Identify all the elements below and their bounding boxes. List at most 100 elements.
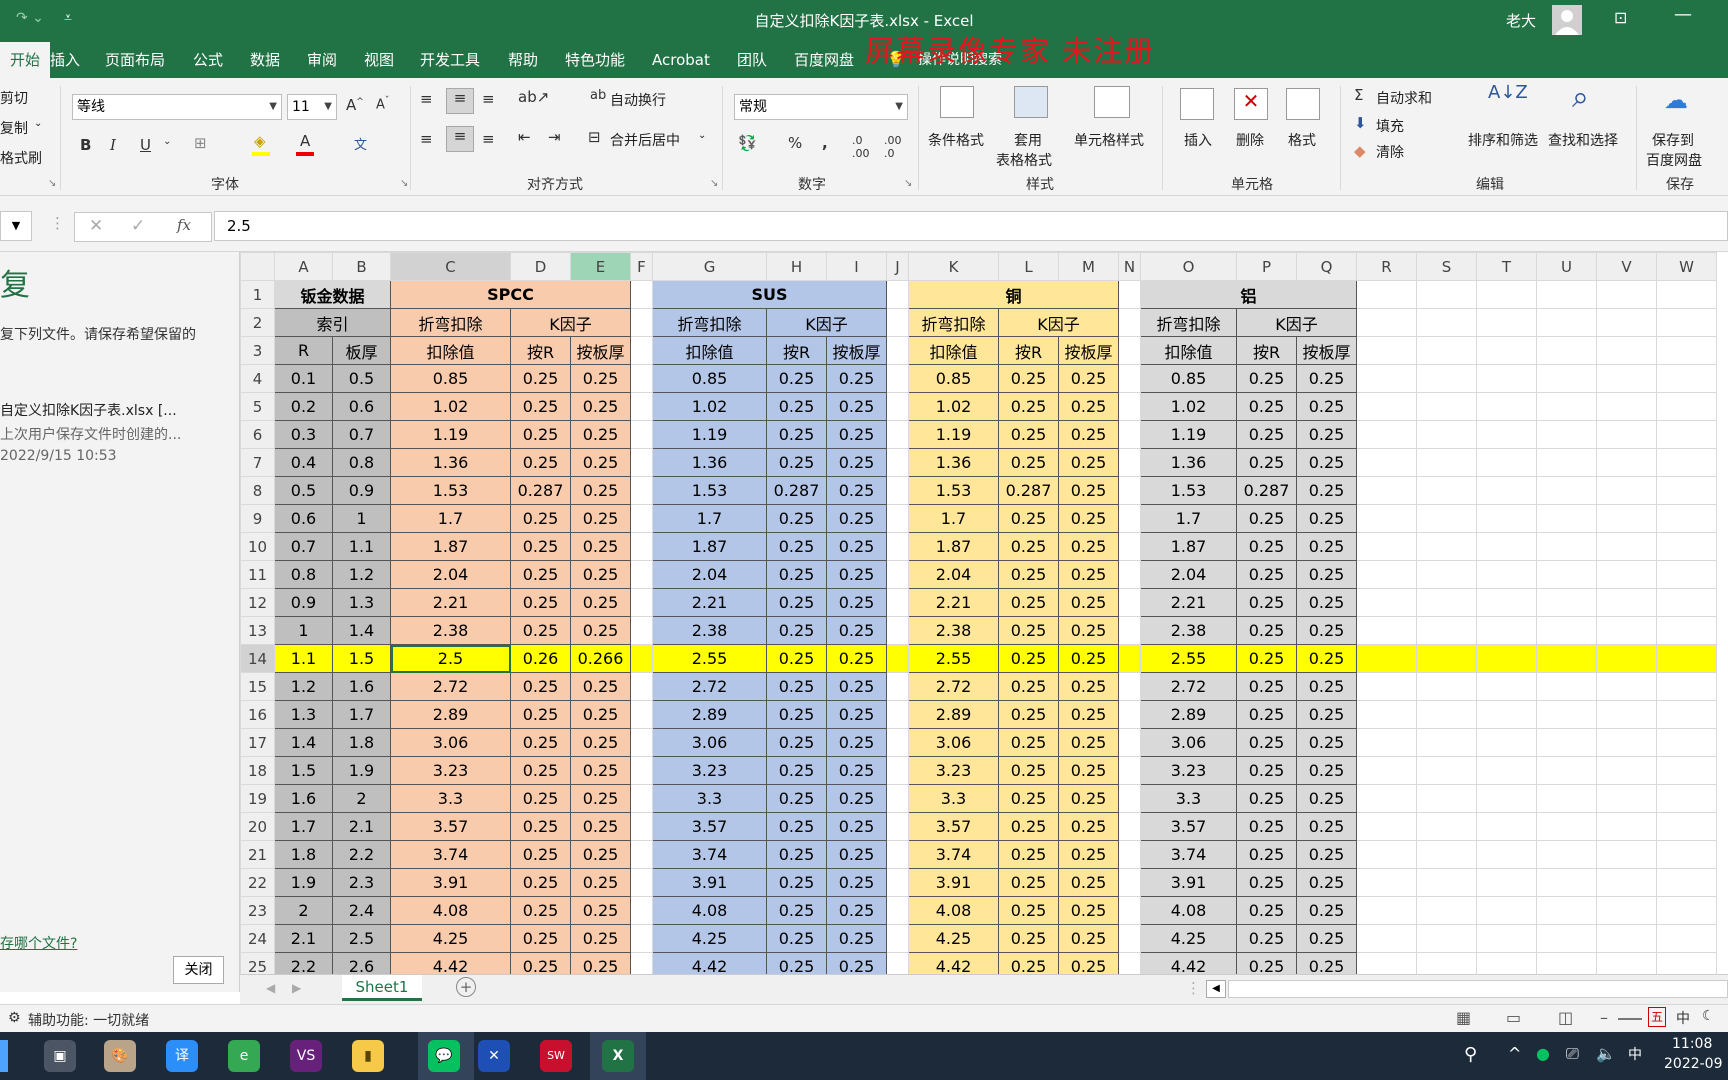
data-cell[interactable]: 0.25 (826, 672, 887, 701)
grid-cell[interactable] (1416, 308, 1477, 337)
data-cell[interactable]: 0.4 (274, 448, 333, 477)
data-cell[interactable]: 0.25 (510, 756, 571, 785)
data-cell[interactable]: 3.3 (652, 784, 767, 813)
tab-data[interactable]: 数据 (246, 42, 284, 78)
data-cell[interactable]: 0.25 (1296, 952, 1357, 974)
grid-cell[interactable] (1416, 588, 1477, 617)
delete-cells-icon[interactable]: ✕ (1234, 88, 1268, 120)
data-cell[interactable]: 1.53 (652, 476, 767, 505)
data-cell[interactable]: 0.25 (766, 532, 827, 561)
underline-icon[interactable]: U (140, 136, 151, 154)
data-cell[interactable]: 4.08 (390, 896, 511, 925)
active-cell[interactable]: 2.5 (390, 644, 511, 673)
grid-cell[interactable] (630, 700, 653, 729)
grid-cell[interactable] (886, 840, 909, 869)
grid-cell[interactable] (1416, 700, 1477, 729)
wrap-text-icon[interactable]: ab (590, 88, 606, 103)
header-cell[interactable]: 折弯扣除 (908, 308, 999, 337)
column-header[interactable]: I (826, 252, 887, 281)
grid-cell[interactable] (1476, 560, 1537, 589)
conditional-format-icon[interactable] (940, 86, 974, 118)
header-cell[interactable]: K因子 (1236, 308, 1357, 337)
data-cell[interactable]: 0.25 (1058, 644, 1119, 673)
grid-cell[interactable] (1476, 840, 1537, 869)
data-cell[interactable]: 0.25 (510, 672, 571, 701)
grid-cell[interactable] (1118, 588, 1141, 617)
header-cell[interactable]: 钣金数据 (274, 280, 391, 309)
data-cell[interactable]: 0.25 (1296, 756, 1357, 785)
grid-cell[interactable] (1476, 952, 1537, 974)
header-cell[interactable]: R (274, 336, 333, 365)
row-header[interactable]: 11 (240, 560, 275, 589)
data-cell[interactable]: 2.21 (652, 588, 767, 617)
data-cell[interactable]: 0.25 (1296, 560, 1357, 589)
grid-cell[interactable] (1536, 924, 1597, 953)
data-cell[interactable]: 0.266 (570, 644, 631, 673)
grid-cell[interactable] (1536, 364, 1597, 393)
data-cell[interactable]: 0.25 (998, 644, 1059, 673)
data-cell[interactable]: 0.25 (1296, 644, 1357, 673)
data-cell[interactable]: 0.25 (570, 952, 631, 974)
increase-decimal-icon[interactable]: .0.00 (852, 134, 870, 160)
tab-insert[interactable]: 插入 (46, 42, 84, 78)
data-cell[interactable]: 1.7 (908, 504, 999, 533)
data-cell[interactable]: 0.25 (998, 448, 1059, 477)
ime-icon[interactable]: 五 (1648, 1007, 1666, 1027)
grid-cell[interactable] (1476, 448, 1537, 477)
paint-icon[interactable]: 🎨 (104, 1040, 136, 1072)
grid-cell[interactable] (1656, 476, 1717, 505)
merge-center-button[interactable]: 合并后居中 (610, 130, 680, 150)
data-cell[interactable]: 0.25 (826, 700, 887, 729)
autosum-button[interactable]: 自动求和 (1376, 88, 1432, 108)
sort-filter-button[interactable]: 排序和筛选 (1468, 130, 1538, 150)
row-header[interactable]: 10 (240, 532, 275, 561)
table-row[interactable]: 9 0.6 1 1.7 0.25 0.25 1.7 0.25 0.25 1.7 0.25 0.25 1.… (240, 504, 1717, 533)
data-cell[interactable]: 0.25 (1236, 728, 1297, 757)
grid-cell[interactable] (1656, 952, 1717, 974)
grid-cell[interactable] (1356, 644, 1417, 673)
row-header[interactable]: 5 (240, 392, 275, 421)
data-cell[interactable]: 2.72 (390, 672, 511, 701)
row-header[interactable]: 21 (240, 840, 275, 869)
table-row[interactable]: 7 0.4 0.8 1.36 0.25 0.25 1.36 0.25 0.25 1.36 0.25 0… (240, 448, 1717, 477)
data-cell[interactable]: 0.25 (998, 504, 1059, 533)
grid-cell[interactable] (1356, 280, 1417, 309)
data-cell[interactable]: 3.06 (652, 728, 767, 757)
copy-button[interactable]: 复制 (0, 118, 28, 138)
grid-cell[interactable] (1356, 532, 1417, 561)
data-cell[interactable]: 4.08 (1140, 896, 1237, 925)
grid-cell[interactable] (1416, 728, 1477, 757)
data-cell[interactable]: 2.72 (652, 672, 767, 701)
data-cell[interactable]: 1.6 (274, 784, 333, 813)
format-painter-button[interactable]: 格式刷 (0, 148, 42, 168)
grid-cell[interactable] (630, 476, 653, 505)
data-cell[interactable]: 0.25 (510, 588, 571, 617)
data-cell[interactable]: 0.25 (1058, 924, 1119, 953)
column-header[interactable]: B (332, 252, 391, 281)
row-header[interactable]: 4 (240, 364, 275, 393)
column-header[interactable]: G (652, 252, 767, 281)
grid-cell[interactable] (1596, 868, 1657, 897)
worksheet-grid[interactable]: A B C D E F G H I J K L M N O P Q R S T U V W 1 钣金数据 SPCC SUS 铜铝 2 索引… (240, 252, 1728, 974)
data-cell[interactable]: 0.25 (1296, 672, 1357, 701)
data-cell[interactable]: 0.25 (570, 364, 631, 393)
data-cell[interactable]: 0.25 (826, 392, 887, 421)
data-cell[interactable]: 0.25 (570, 476, 631, 505)
data-cell[interactable]: 2.04 (908, 560, 999, 589)
data-cell[interactable]: 3.06 (390, 728, 511, 757)
grid-cell[interactable] (1476, 364, 1537, 393)
data-cell[interactable]: 0.25 (998, 924, 1059, 953)
data-cell[interactable]: 4.08 (652, 896, 767, 925)
data-cell[interactable]: 1.02 (1140, 392, 1237, 421)
data-cell[interactable]: 0.26 (510, 644, 571, 673)
grid-cell[interactable] (1536, 700, 1597, 729)
grid-cell[interactable] (1656, 280, 1717, 309)
data-cell[interactable]: 0.25 (826, 896, 887, 925)
row-header[interactable]: 7 (240, 448, 275, 477)
align-top-icon[interactable]: ≡ (420, 90, 433, 108)
data-cell[interactable]: 0.25 (1058, 728, 1119, 757)
data-cell[interactable]: 1.5 (332, 644, 391, 673)
data-cell[interactable]: 0.25 (766, 924, 827, 953)
data-cell[interactable]: 3.57 (1140, 812, 1237, 841)
data-cell[interactable]: 2.38 (652, 616, 767, 645)
